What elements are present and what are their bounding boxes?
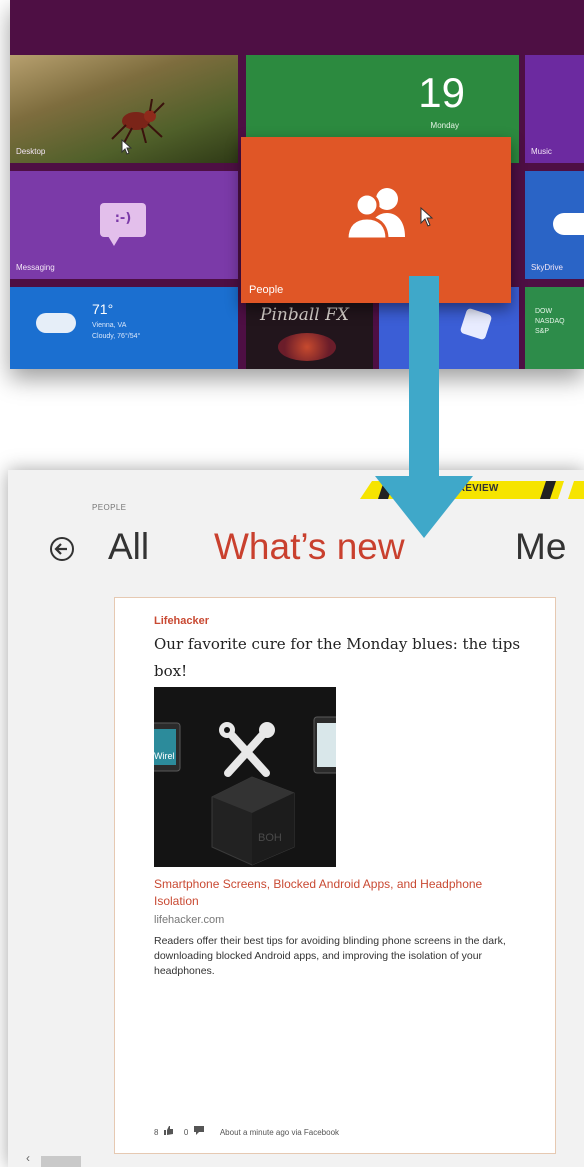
thumbnail-art: Wirel BOH xyxy=(154,687,336,867)
pivot-all[interactable]: All xyxy=(108,526,149,568)
skydrive-label: SkyDrive xyxy=(531,263,564,272)
pinball-art xyxy=(278,333,336,361)
music-tile[interactable]: Music xyxy=(525,55,584,163)
start-screen: Desktop 19 Monday Music :-) Messaging Sk… xyxy=(10,0,584,369)
back-arrow-icon[interactable] xyxy=(49,536,75,562)
people-icon xyxy=(345,188,405,239)
people-label: People xyxy=(249,284,284,296)
finance-index: NASDAQ xyxy=(535,318,565,325)
pinball-logo: Pinball FX xyxy=(260,305,350,325)
finance-index: DOW xyxy=(535,308,553,315)
pivot-me[interactable]: Me xyxy=(515,526,566,568)
chat-bubble-icon: :-) xyxy=(100,203,146,246)
people-app-window: APP PREVIEW PEOPLE All What’s new Me Lif… xyxy=(8,470,584,1167)
app-title: PEOPLE xyxy=(92,503,127,512)
bug-image xyxy=(111,99,165,143)
cloud-icon xyxy=(553,213,584,235)
feed-headline: Our favorite cure for the Monday blues: … xyxy=(154,635,521,680)
thumbnail-text: BOH xyxy=(258,832,282,844)
thumbs-up-icon[interactable] xyxy=(163,1126,174,1135)
feed-item-card[interactable]: Lifehacker Our favorite cure for the Mon… xyxy=(114,597,556,1154)
weather-details: Vienna, VA Cloudy, 76°/54° xyxy=(92,320,140,342)
comment-count: 0 xyxy=(183,1128,189,1138)
thumbnail-text: Wirel xyxy=(154,751,175,761)
messaging-tile[interactable]: :-) Messaging xyxy=(10,171,238,279)
link-title[interactable]: Smartphone Screens, Blocked Android Apps… xyxy=(154,876,504,910)
comment-icon[interactable] xyxy=(193,1126,204,1135)
link-domain: lifehacker.com xyxy=(154,914,225,926)
finance-index: S&P xyxy=(535,328,550,335)
finance-tile[interactable]: DOW NASDAQ S&P xyxy=(525,287,584,369)
weather-temperature: 71° xyxy=(92,301,114,317)
weather-location: Vienna, VA xyxy=(92,322,127,329)
scrollbar-thumb[interactable] xyxy=(41,1156,81,1167)
down-arrow-icon xyxy=(375,276,473,538)
finance-indices: DOW NASDAQ S&P xyxy=(535,307,565,337)
like-count: 8 xyxy=(154,1128,159,1138)
weather-tile[interactable]: 71° Vienna, VA Cloudy, 76°/54° xyxy=(10,287,238,369)
weather-condition: Cloudy, 76°/54° xyxy=(92,333,141,340)
messaging-label: Messaging xyxy=(16,263,55,272)
link-description: Readers offer their best tips for avoidi… xyxy=(154,935,506,977)
scroll-left-icon[interactable]: ‹ xyxy=(26,1151,30,1165)
feed-timestamp: About a minute ago via Facebook xyxy=(219,1128,340,1138)
mouse-pointer-icon xyxy=(121,139,132,155)
feed-source[interactable]: Lifehacker xyxy=(154,615,209,627)
link-thumbnail[interactable]: Wirel BOH xyxy=(154,687,336,867)
weather-cloud-icon xyxy=(36,313,76,333)
music-label: Music xyxy=(531,147,552,156)
calendar-day: Monday xyxy=(430,121,459,130)
desktop-label: Desktop xyxy=(16,147,46,156)
skydrive-tile[interactable]: SkyDrive xyxy=(525,171,584,279)
feed-item-footer: 8 0 About a minute ago via Facebook xyxy=(154,1126,339,1137)
calendar-date: 19 xyxy=(418,69,465,116)
horizontal-scrollbar[interactable]: ‹ xyxy=(8,1151,584,1167)
mouse-pointer-icon xyxy=(420,207,434,227)
smiley-glyph: :-) xyxy=(114,211,132,226)
